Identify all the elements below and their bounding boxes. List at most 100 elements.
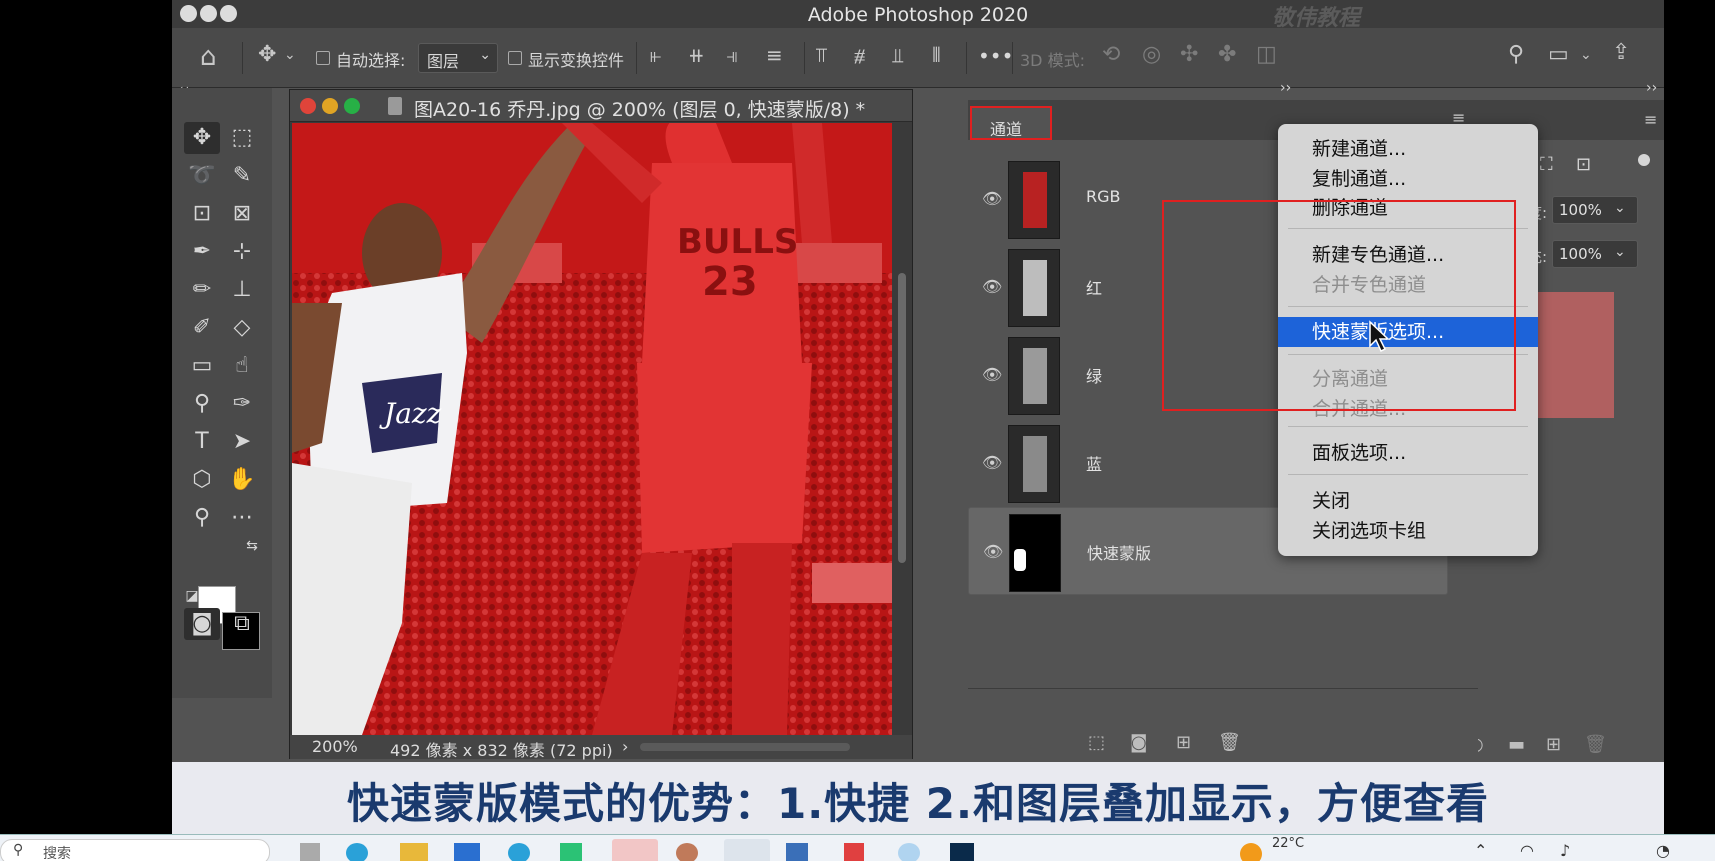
3d-camera-icon[interactable]: ◫ (1256, 44, 1277, 66)
marquee-tool-icon[interactable]: ⬚ (224, 122, 260, 154)
horizontal-scrollbar[interactable] (640, 743, 850, 751)
eye-icon[interactable]: 👁 (982, 365, 1002, 384)
channels-tab[interactable]: 通道 (970, 106, 1052, 140)
eye-icon[interactable]: 👁 (982, 453, 1002, 472)
eraser-tool-icon[interactable]: ◇ (224, 312, 260, 344)
pen-tool-icon[interactable]: ✑ (224, 388, 260, 420)
menu-item-duplicate-channel[interactable]: 复制通道... (1312, 164, 1406, 191)
taskbar-app-wechat[interactable] (724, 839, 770, 861)
store-icon[interactable] (454, 843, 480, 861)
new-group-icon[interactable]: ▬ (1508, 734, 1525, 755)
app-icon-red[interactable] (844, 843, 864, 861)
status-menu-arrow-icon[interactable]: › (622, 737, 628, 756)
canvas[interactable]: Jazz BULLS 23 (292, 123, 892, 735)
folder-icon[interactable] (400, 843, 428, 861)
brush-tool-icon[interactable]: ✏ (184, 274, 220, 306)
hand-tool-icon[interactable]: ✋ (224, 464, 260, 496)
history-brush-tool-icon[interactable]: ✐ (184, 312, 220, 344)
spot-healing-tool-icon[interactable]: ⊹ (224, 236, 260, 268)
stamp-tool-icon[interactable]: ⊥ (224, 274, 260, 306)
shape-tool-icon[interactable]: ⬡ (184, 464, 220, 496)
type-tool-icon[interactable]: T (184, 426, 220, 458)
more-options-button[interactable]: ••• (978, 44, 1013, 68)
quick-select-tool-icon[interactable]: ✎ (224, 160, 260, 192)
calendar-icon[interactable] (786, 843, 808, 861)
chevron-down-icon[interactable]: ⌄ (1614, 200, 1626, 216)
chevron-down-icon[interactable]: ⌄ (284, 48, 296, 62)
save-selection-icon[interactable]: ◙ (1130, 732, 1147, 753)
auto-select-checkbox[interactable] (316, 51, 330, 65)
align-hcenter-icon[interactable]: ⧺ (688, 45, 705, 65)
chevron-up-icon[interactable]: ⌃ (1474, 841, 1487, 860)
distribute-horizontal-icon[interactable]: ≡ (766, 45, 783, 65)
zoom-level[interactable]: 200% (312, 737, 358, 756)
menu-item-panel-options[interactable]: 面板选项... (1312, 438, 1406, 465)
path-select-tool-icon[interactable]: ➤ (224, 426, 260, 458)
collapse-panels-icon[interactable]: ›› (1646, 80, 1657, 96)
app-icon-blue[interactable] (898, 843, 920, 861)
align-right-icon[interactable]: ⫣ (726, 45, 738, 65)
3d-pan-icon[interactable]: ✣ (1180, 44, 1198, 66)
crop-tool-icon[interactable]: ⊡ (184, 198, 220, 230)
3d-roll-icon[interactable]: ◎ (1142, 44, 1161, 66)
align-left-icon[interactable]: ⫦ (650, 45, 661, 65)
browser-icon[interactable] (508, 843, 530, 861)
menu-item-close[interactable]: 关闭 (1312, 486, 1350, 513)
gradient-tool-icon[interactable]: ▭ (184, 350, 220, 382)
share-icon[interactable]: ⇪ (1612, 42, 1630, 64)
eye-icon[interactable]: 👁 (982, 277, 1002, 296)
lasso-tool-icon[interactable]: ➰ (184, 160, 220, 192)
notification-icon[interactable]: ◔ (1656, 841, 1670, 860)
taskbar-app-icon[interactable] (300, 843, 320, 861)
home-icon[interactable]: ⌂ (200, 44, 217, 70)
photoshop-taskbar-icon[interactable] (950, 843, 974, 861)
taskbar-search[interactable]: ⚲ 搜索 (0, 839, 270, 861)
move-tool-icon[interactable]: ✥ (258, 44, 276, 66)
eye-icon[interactable]: 👁 (983, 542, 1003, 561)
chat-icon[interactable] (560, 843, 582, 861)
chevron-down-icon[interactable]: ⌄ (1580, 48, 1592, 62)
new-layer-icon[interactable]: ⊞ (1546, 734, 1561, 755)
lock-artboard-icon[interactable]: ⛶ (1540, 154, 1553, 175)
screen-mode-icon[interactable]: ⧉ (224, 608, 260, 640)
delete-layer-icon[interactable]: 🗑 (1584, 734, 1607, 755)
document-window: 图A20-16 乔丹.jpg @ 200% (图层 0, 快速蒙版/8) * J… (289, 89, 913, 760)
network-icon[interactable]: ◠ (1520, 841, 1534, 860)
smudge-tool-icon[interactable]: ☝ (224, 350, 260, 382)
edge-icon[interactable] (346, 843, 368, 861)
chevron-down-icon[interactable]: ⌄ (1614, 244, 1626, 260)
panel-menu-icon[interactable]: ≡ (1644, 110, 1657, 129)
delete-channel-icon[interactable]: 🗑 (1218, 732, 1241, 753)
move-tool-icon[interactable]: ✥ (184, 122, 220, 154)
swap-colors-icon[interactable]: ⇆ (234, 530, 270, 562)
zoom-tool-icon[interactable]: ⚲ (184, 502, 220, 534)
menu-item-new-channel[interactable]: 新建通道... (1312, 134, 1406, 161)
menu-item-close-tab-group[interactable]: 关闭选项卡组 (1312, 516, 1426, 543)
3d-orbit-icon[interactable]: ⟲ (1102, 44, 1120, 66)
eyedropper-tool-icon[interactable]: ✒ (184, 236, 220, 268)
new-channel-icon[interactable]: ⊞ (1176, 732, 1191, 753)
align-bottom-icon[interactable]: ⫫ (892, 45, 903, 65)
show-transform-checkbox[interactable] (508, 51, 522, 65)
avatar-icon[interactable] (676, 843, 698, 861)
volume-icon[interactable]: ♪ (1560, 841, 1570, 860)
taskbar-active-app[interactable] (612, 839, 658, 861)
dodge-tool-icon[interactable]: ⚲ (184, 388, 220, 420)
expand-panels-icon[interactable]: ›› (1280, 80, 1291, 96)
workspace-icon[interactable]: ▭ (1548, 44, 1569, 66)
align-vcenter-icon[interactable]: ⧥ (854, 45, 865, 65)
align-top-icon[interactable]: ⫪ (816, 45, 827, 65)
load-selection-icon[interactable]: ⬚ (1088, 732, 1105, 753)
frame-tool-icon[interactable]: ⊠ (224, 198, 260, 230)
close-document-button[interactable] (300, 98, 316, 114)
eye-icon[interactable]: 👁 (982, 189, 1002, 208)
vertical-scrollbar[interactable] (894, 123, 910, 735)
3d-slide-icon[interactable]: ✤ (1218, 44, 1236, 66)
auto-select-target-dropdown[interactable]: 图层 ⌄ (418, 43, 498, 73)
zoom-document-button[interactable] (344, 98, 360, 114)
quick-mask-icon[interactable]: ◙ (184, 608, 220, 640)
distribute-vertical-icon[interactable]: ⦀ (932, 45, 941, 65)
lock-all-icon[interactable]: ⊡ (1576, 154, 1591, 175)
minimize-document-button[interactable] (322, 98, 338, 114)
search-icon[interactable]: ⚲ (1508, 44, 1524, 66)
